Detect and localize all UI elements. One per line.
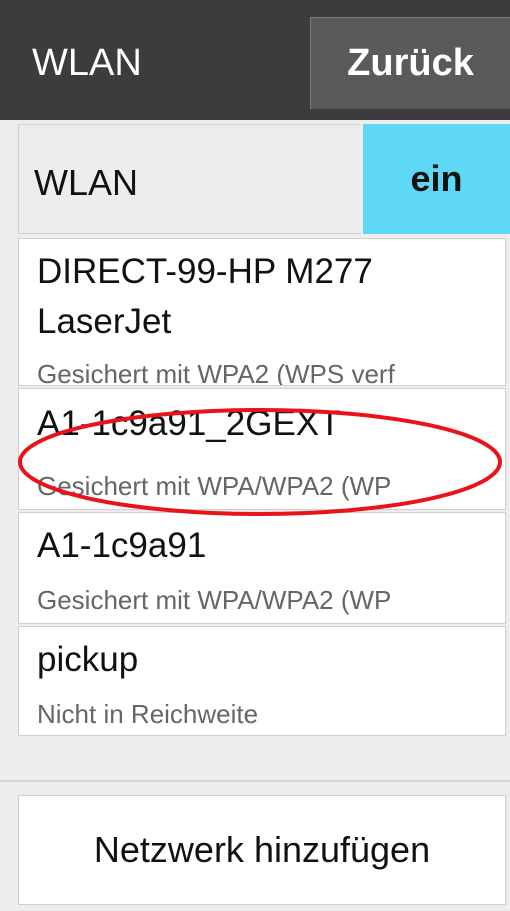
wlan-toggle-row[interactable]: WLAN ein (18, 124, 510, 234)
wlan-settings-screen: WLAN Zurück WLAN ein DIRECT-99-HP M277 L… (0, 0, 510, 911)
network-name: pickup (37, 640, 139, 679)
wlan-toggle-label-box: WLAN (18, 124, 361, 234)
section-divider (0, 780, 510, 782)
network-status: Gesichert mit WPA/WPA2 (WP (37, 585, 392, 615)
wlan-toggle-label: WLAN (34, 162, 139, 203)
network-name-line2: LaserJet (37, 302, 172, 341)
network-item-a1-2gext[interactable]: A1-1c9a91_2GEXT Gesichert mit WPA/WPA2 (… (18, 388, 506, 510)
page-title: WLAN (32, 42, 142, 84)
network-name: A1-1c9a91 (37, 526, 207, 565)
back-button[interactable]: Zurück (310, 17, 510, 109)
network-item-a1[interactable]: A1-1c9a91 Gesichert mit WPA/WPA2 (WP (18, 512, 506, 624)
network-status: Gesichert mit WPA/WPA2 (WP (37, 471, 392, 501)
network-item-pickup[interactable]: pickup Nicht in Reichweite (18, 626, 506, 736)
header-bar: WLAN Zurück (0, 0, 510, 120)
add-network-button[interactable]: Netzwerk hinzufügen (18, 795, 506, 905)
network-name: A1-1c9a91_2GEXT (37, 404, 341, 443)
network-status: Nicht in Reichweite (37, 699, 259, 729)
network-name: DIRECT-99-HP M277 (37, 252, 373, 291)
wlan-toggle-switch[interactable]: ein (363, 124, 510, 234)
network-status: Gesichert mit WPA2 (WPS verf (37, 359, 395, 386)
network-item-direct-hp[interactable]: DIRECT-99-HP M277 LaserJet Gesichert mit… (18, 238, 506, 386)
